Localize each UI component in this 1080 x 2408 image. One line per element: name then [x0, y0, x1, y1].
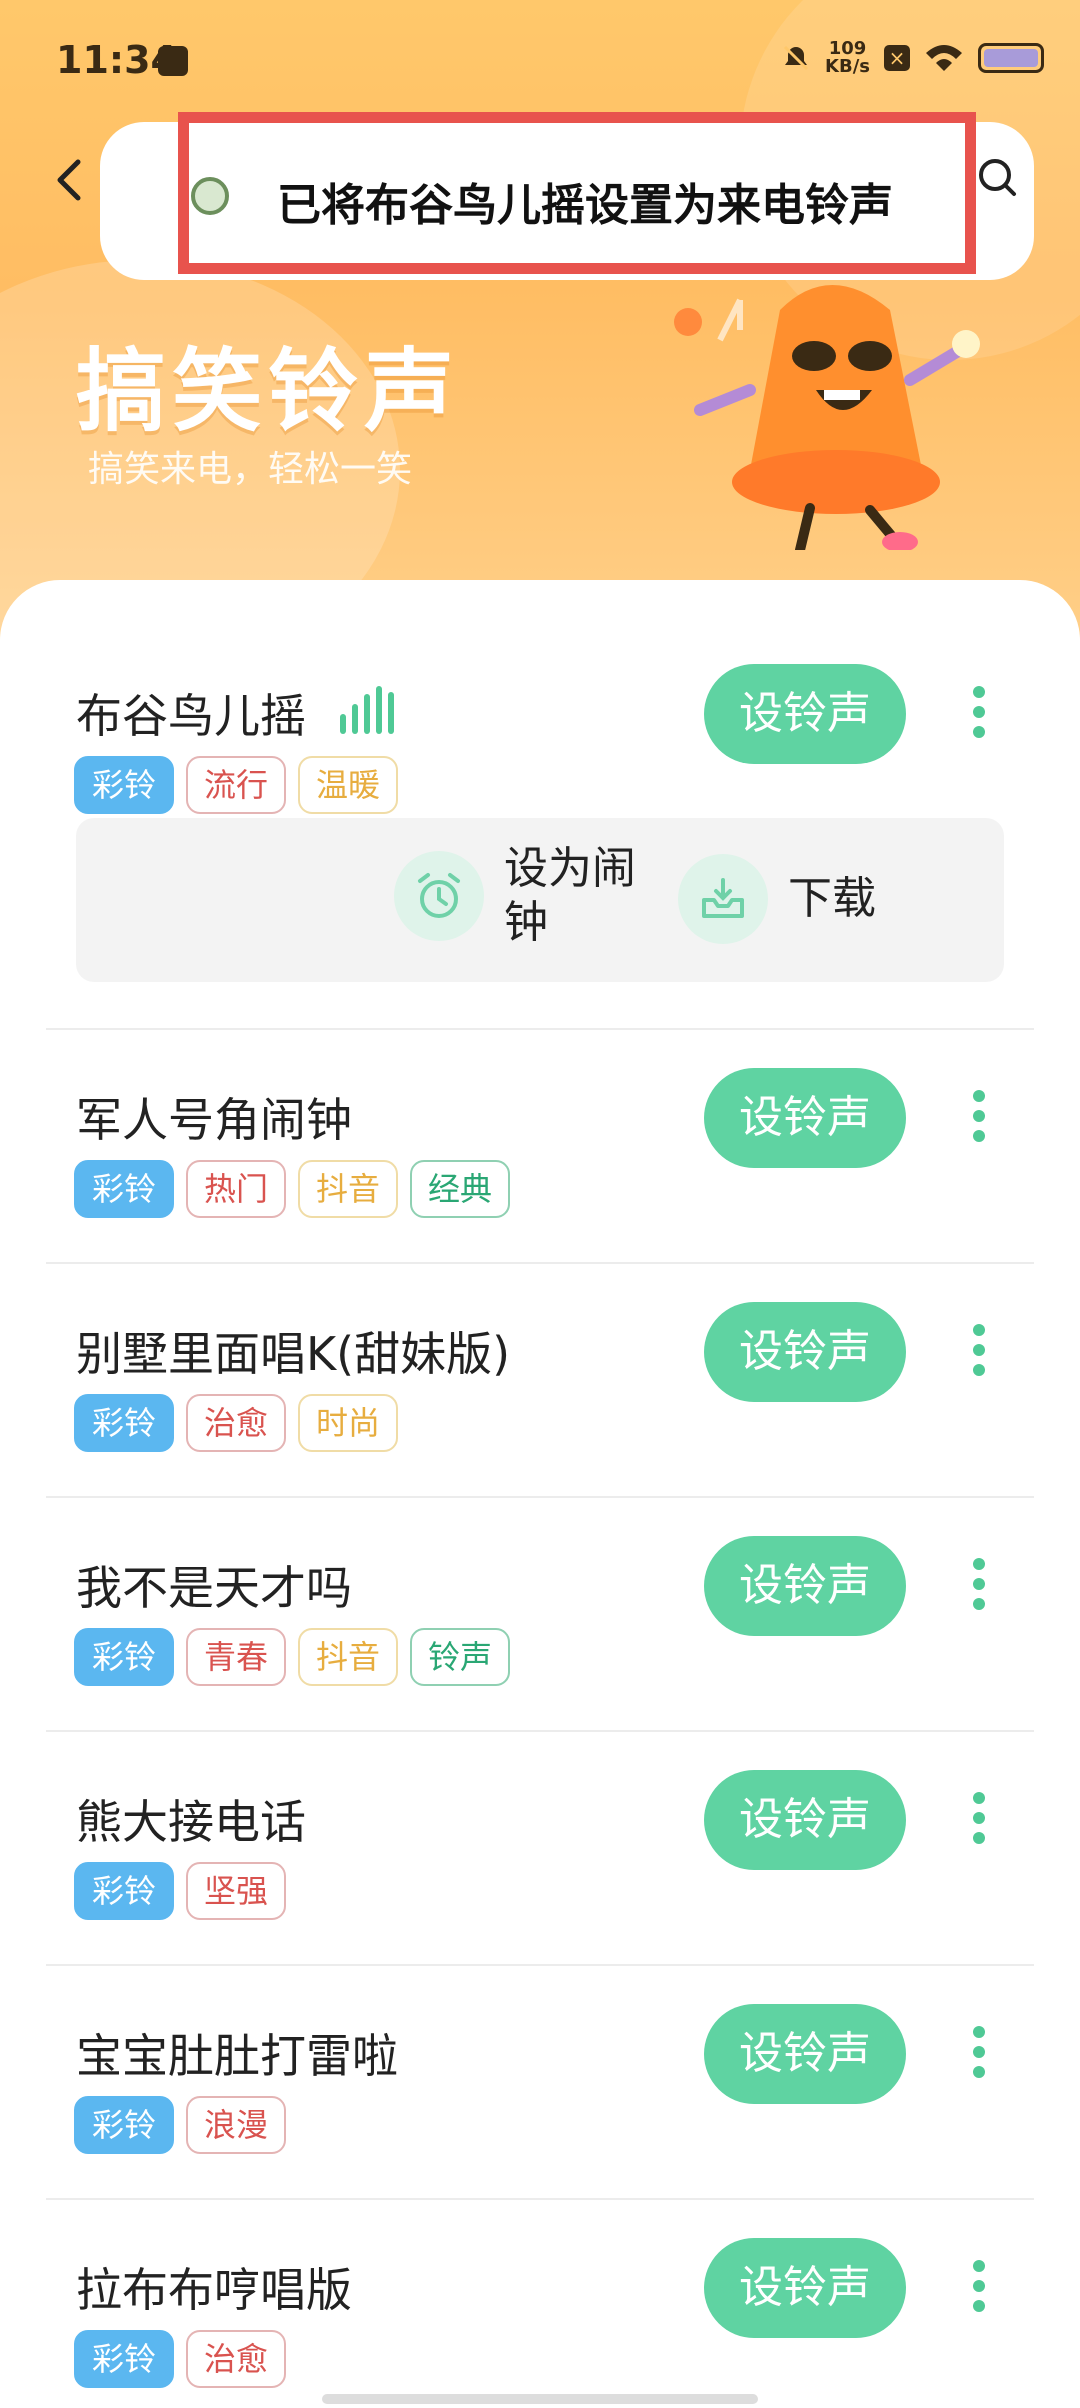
tag-badge: 时尚: [298, 1394, 399, 1452]
more-options-icon[interactable]: [964, 1552, 994, 1622]
battery-icon: [978, 43, 1044, 73]
tag-badge: 热门: [186, 1160, 287, 1218]
song-title: 别墅里面唱K(甜妹版): [76, 1327, 511, 1381]
song-title: 军人号角闹钟: [76, 1093, 352, 1147]
tag-badge: 彩铃: [74, 1628, 175, 1686]
tag-badge: 彩铃: [74, 2096, 175, 2154]
tag-badge: 青春: [186, 1628, 287, 1686]
song-title: 我不是天才吗: [76, 1561, 352, 1615]
download-button[interactable]: 下载: [678, 854, 876, 944]
status-icons: 109 KB/s ×: [781, 40, 1044, 76]
tag-badge: 铃声: [410, 1628, 511, 1686]
playing-equalizer-icon: [340, 686, 394, 734]
tag-badge: 浪漫: [186, 2096, 287, 2154]
tag-badge: 治愈: [186, 1394, 287, 1452]
message-icon: [158, 46, 188, 76]
hero-subtitle: 搞笑来电，轻松一笑: [88, 449, 413, 490]
tag-badge: 抖音: [298, 1628, 399, 1686]
set-ringtone-button[interactable]: 设铃声: [704, 2004, 906, 2104]
tag-list: 彩铃 浪漫: [74, 2096, 287, 2154]
alarm-clock-icon: [394, 851, 484, 941]
more-options-icon[interactable]: [964, 1084, 994, 1154]
mute-icon: [783, 45, 809, 71]
set-alarm-label-line1: 设为闹: [504, 843, 636, 894]
set-ringtone-button[interactable]: 设铃声: [704, 1536, 906, 1636]
tag-badge: 流行: [186, 756, 287, 814]
network-speed-unit: KB/s: [825, 56, 870, 77]
tag-badge: 彩铃: [74, 756, 175, 814]
tag-badge: 抖音: [298, 1160, 399, 1218]
divider: [46, 1730, 1034, 1732]
app-icon: [191, 177, 229, 215]
tag-badge: 彩铃: [74, 1394, 175, 1452]
divider: [46, 1496, 1034, 1498]
set-alarm-label-line2: 钟: [504, 897, 548, 948]
set-ringtone-button[interactable]: 设铃声: [704, 664, 906, 764]
chevron-left-icon[interactable]: [40, 150, 100, 210]
toast-notification: 已将布谷鸟儿摇设置为来电铃声: [178, 112, 976, 274]
tag-list: 彩铃 青春 抖音 铃声: [74, 1628, 511, 1686]
tag-badge: 彩铃: [74, 2330, 175, 2388]
network-speed: 109 KB/s: [825, 40, 870, 76]
song-title: 拉布布哼唱版: [76, 2263, 352, 2317]
song-title: 宝宝肚肚打雷啦: [76, 2029, 398, 2083]
tag-list: 彩铃 坚强: [74, 1862, 287, 1920]
toast-message: 已将布谷鸟儿摇设置为来电铃声: [277, 180, 893, 231]
expanded-actions-panel: 设为闹 钟 下载: [76, 818, 1004, 982]
more-options-icon[interactable]: [964, 680, 994, 750]
hero-title: 搞笑铃声: [76, 339, 460, 444]
more-options-icon[interactable]: [964, 2020, 994, 2090]
more-options-icon[interactable]: [964, 1318, 994, 1388]
divider: [46, 1028, 1034, 1030]
tag-badge: 彩铃: [74, 1160, 175, 1218]
divider: [46, 1964, 1034, 1966]
set-ringtone-button[interactable]: 设铃声: [704, 1770, 906, 1870]
tag-list: 彩铃 治愈: [74, 2330, 287, 2388]
song-title: 熊大接电话: [76, 1795, 306, 1849]
tag-badge: 彩铃: [74, 1862, 175, 1920]
more-options-icon[interactable]: [964, 1786, 994, 1856]
home-indicator[interactable]: [322, 2394, 758, 2404]
set-ringtone-button[interactable]: 设铃声: [704, 2238, 906, 2338]
status-bar: 11:34 109 KB/s ×: [0, 0, 1080, 120]
tag-list: 彩铃 流行 温暖: [74, 756, 399, 814]
divider: [46, 1262, 1034, 1264]
song-title: 布谷鸟儿摇: [76, 689, 306, 743]
tag-list: 彩铃 热门 抖音 经典: [74, 1160, 511, 1218]
close-box-icon: ×: [884, 45, 910, 71]
set-alarm-button[interactable]: 设为闹 钟: [394, 842, 636, 950]
wifi-icon: [926, 45, 962, 71]
divider: [46, 2198, 1034, 2200]
more-options-icon[interactable]: [964, 2254, 994, 2324]
tag-badge: 温暖: [298, 756, 399, 814]
download-tray-icon: [678, 854, 768, 944]
set-ringtone-button[interactable]: 设铃声: [704, 1302, 906, 1402]
bell-mascot-illustration: [674, 285, 980, 550]
tag-list: 彩铃 治愈 时尚: [74, 1394, 399, 1452]
tag-badge: 坚强: [186, 1862, 287, 1920]
tag-badge: 治愈: [186, 2330, 287, 2388]
download-label: 下载: [788, 873, 876, 924]
set-ringtone-button[interactable]: 设铃声: [704, 1068, 906, 1168]
tag-badge: 经典: [410, 1160, 511, 1218]
